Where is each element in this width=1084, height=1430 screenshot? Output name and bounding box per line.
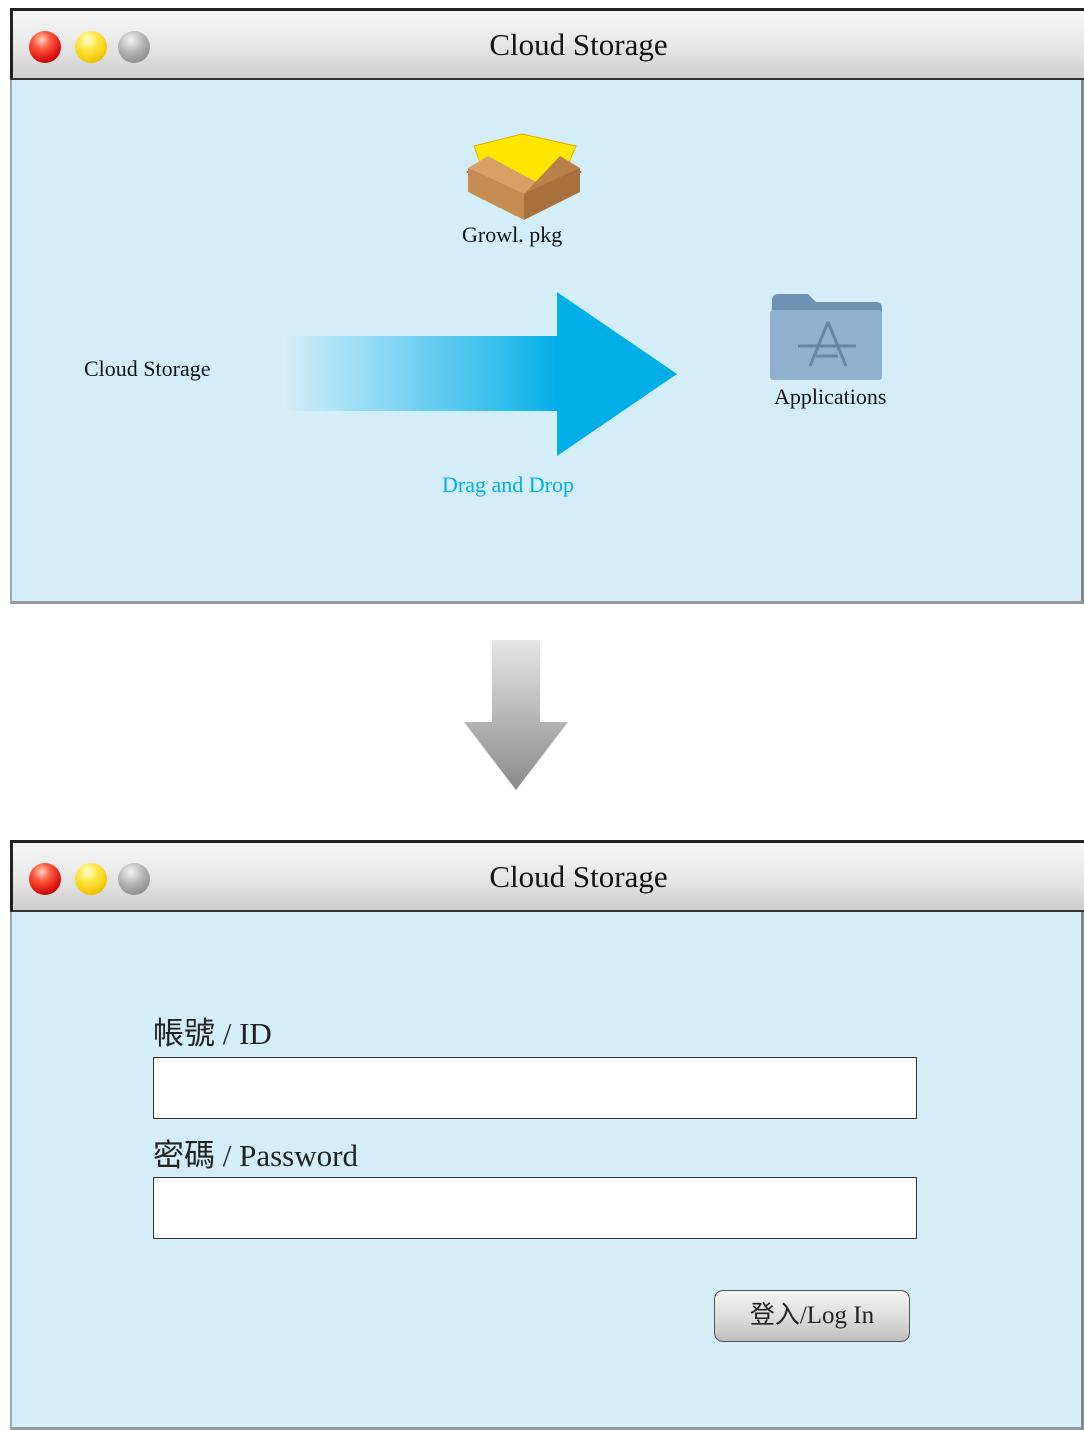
password-label: 密碼 / Password: [153, 1138, 358, 1173]
installer-content: Growl. pkg Cloud Storage Drag and Drop A…: [10, 80, 1084, 604]
drag-drop-instruction: Drag and Drop: [442, 472, 574, 497]
login-content: 帳號 / ID 密碼 / Password 登入/Log In: [10, 912, 1084, 1430]
login-titlebar: Cloud Storage: [10, 840, 1084, 912]
id-field[interactable]: [153, 1057, 917, 1119]
package-label: Growl. pkg: [462, 222, 563, 247]
source-app-label[interactable]: Cloud Storage: [84, 356, 211, 382]
drag-arrow-icon: [285, 292, 679, 456]
login-window: Cloud Storage 帳號 / ID 密碼 / Password 登入/L…: [10, 840, 1084, 1430]
applications-folder-icon[interactable]: [768, 290, 884, 382]
window-title: Cloud Storage: [489, 27, 668, 62]
package-box-icon[interactable]: [464, 132, 584, 220]
installer-window: Cloud Storage Growl. pkg Cloud Storage D…: [10, 8, 1084, 604]
login-button[interactable]: 登入/Log In: [714, 1290, 910, 1342]
window-title: Cloud Storage: [489, 859, 668, 894]
installer-titlebar: Cloud Storage: [10, 8, 1084, 80]
flow-down-arrow-icon: [462, 640, 570, 792]
id-label: 帳號 / ID: [153, 1016, 272, 1051]
applications-label: Applications: [774, 384, 887, 409]
password-field[interactable]: [153, 1177, 917, 1239]
